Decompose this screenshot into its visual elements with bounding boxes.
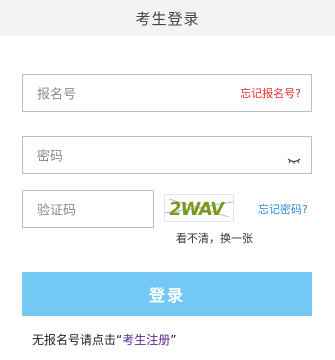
- login-page: 考生登录 报名号 忘记报名号? 密码 验证码 2WAV 看不清，换一张 忘记密码…: [0, 0, 335, 360]
- captcha-noise: 2WAV: [164, 198, 234, 220]
- forgot-registration-number-link[interactable]: 忘记报名号?: [240, 85, 301, 101]
- register-hint: 无报名号请点击“考生注册”: [32, 331, 176, 348]
- register-hint-prefix: 无报名号请点击: [32, 333, 117, 347]
- captcha-text: 2WAV: [167, 199, 225, 220]
- captcha-image[interactable]: 2WAV: [164, 194, 234, 222]
- eye-closed-icon[interactable]: [287, 158, 301, 164]
- header-bar: 考生登录: [0, 0, 335, 36]
- register-close-quote: ”: [170, 333, 177, 347]
- forgot-password-link[interactable]: 忘记密码?: [258, 201, 308, 217]
- register-link[interactable]: 考生注册: [122, 333, 170, 347]
- captcha-field[interactable]: 验证码: [22, 190, 154, 228]
- captcha-input[interactable]: [23, 191, 153, 227]
- login-button[interactable]: 登录: [22, 272, 312, 316]
- password-field[interactable]: 密码: [22, 136, 312, 174]
- page-title: 考生登录: [135, 9, 200, 28]
- password-input[interactable]: [23, 137, 311, 173]
- refresh-captcha-link[interactable]: 看不清，换一张: [176, 230, 253, 246]
- username-field[interactable]: 报名号 忘记报名号?: [22, 74, 312, 112]
